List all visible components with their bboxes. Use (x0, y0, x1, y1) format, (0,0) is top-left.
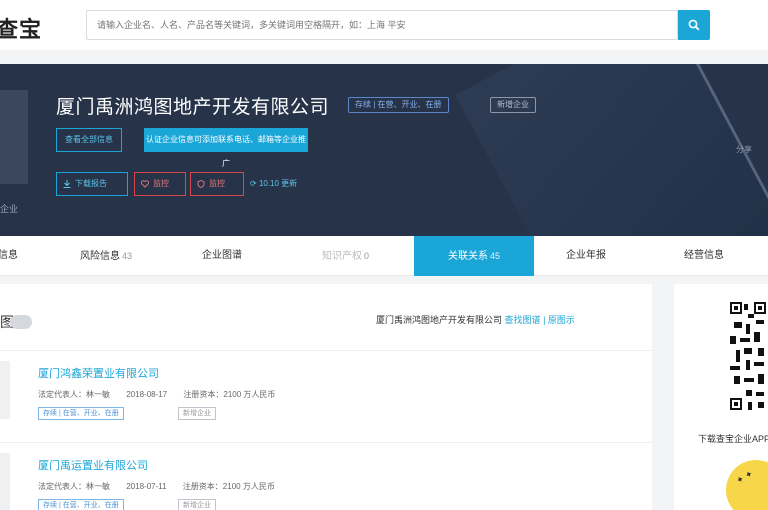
promo-badge[interactable] (726, 460, 768, 510)
search-icon (688, 19, 700, 31)
certify-button[interactable]: 认证企业信息可添加联系电话、邮箱等企业推广 (144, 128, 308, 168)
share-label[interactable]: 分享 (736, 144, 752, 155)
status-tag: 存续 | 在营、开业、在册 (38, 407, 124, 420)
tab-info[interactable]: 信息 (0, 236, 18, 276)
tab-label: 风险信息 (80, 251, 120, 262)
breadcrumb: 厦门禹洲鸿图地产开发有限公司 查找图谱 | 原图示 (376, 313, 575, 326)
tab-count: 45 (489, 251, 500, 261)
list-item[interactable]: 厦门鸿鑫荣置业有限公司 法定代表人：林一敏 2018-08-17 注册资本：21… (0, 350, 652, 432)
tab-relations[interactable]: 关联关系 45 (414, 236, 534, 276)
status-tag: 存续 | 在营、开业、在册 (348, 97, 449, 113)
search-input[interactable] (87, 11, 677, 39)
tab-label: 经营信息 (684, 250, 724, 261)
update-label: 10.10 更新 (258, 179, 298, 188)
capital: 注册资本：2100 万人民币 (183, 390, 276, 399)
download-icon (63, 180, 71, 188)
relations-panel: 图 厦门禹洲鸿图地产开发有限公司 查找图谱 | 原图示 厦门鸿鑫荣置业有限公司 … (0, 284, 652, 510)
tab-graph[interactable]: 企业图谱 (202, 236, 242, 276)
tab-annual-report[interactable]: 企业年报 (566, 236, 606, 276)
search-box[interactable] (86, 10, 678, 40)
count-badge (10, 315, 32, 329)
top-bar: 查宝 (0, 0, 768, 50)
company-link[interactable]: 厦门鸿鑫荣置业有限公司 (38, 365, 159, 381)
heart-icon (141, 180, 149, 188)
legal-rep: 法定代表人：林一敏 (38, 390, 110, 399)
company-thumb (0, 361, 10, 419)
company-meta: 法定代表人：林一敏 2018-08-17 注册资本：2100 万人民币 (38, 389, 289, 400)
legal-rep: 法定代表人：林一敏 (38, 482, 110, 491)
new-tag: 新增企业 (490, 97, 536, 113)
monitor-button[interactable]: 监控 (134, 172, 186, 196)
status-tag: 存续 | 在营、开业、在册 (38, 499, 124, 510)
tab-label: 企业年报 (566, 250, 606, 261)
refresh-icon: ⟳ (250, 179, 257, 188)
tab-label: 关联关系 (447, 251, 488, 262)
tab-operations[interactable]: 经营信息 (684, 236, 724, 276)
search-button[interactable] (678, 10, 710, 40)
company-name: 厦门禹洲鸿图地产开发有限公司 (56, 97, 330, 118)
company-meta: 法定代表人：林一敏 2018-07-11 注册资本：2100 万人民币 (38, 481, 289, 492)
page: 查宝 企业 厦门禹洲鸿图地产开发有限公司 存续 | 在营、开业、在册 新增企业 … (0, 0, 768, 510)
monitor-label: 监控 (153, 179, 169, 188)
capital: 注册资本：2100 万人民币 (182, 482, 275, 491)
tab-ip[interactable]: 知识产权 0 (322, 236, 369, 276)
breadcrumb-company: 厦门禹洲鸿图地产开发有限公司 (376, 315, 503, 325)
watch-button[interactable]: 监控 (190, 172, 244, 196)
found-date: 2018-07-11 (126, 482, 167, 491)
new-tag: 新增企业 (178, 499, 216, 510)
divider: | (543, 315, 546, 325)
graph-link[interactable]: 查找图谱 (505, 315, 541, 325)
tab-count: 43 (122, 251, 133, 261)
company-header: 企业 厦门禹洲鸿图地产开发有限公司 存续 | 在营、开业、在册 新增企业 查看全… (0, 64, 768, 236)
tab-label: 信息 (0, 250, 18, 261)
tab-label: 企业图谱 (202, 250, 242, 261)
tab-count: 0 (364, 251, 370, 261)
decorative-shape (455, 64, 768, 236)
qr-caption: 下载查宝企业APP (698, 434, 768, 444)
download-report-button[interactable]: 下载报告 (56, 172, 128, 196)
new-tag: 新增企业 (178, 407, 216, 420)
app-logo[interactable]: 查宝 (0, 12, 42, 44)
view-all-button[interactable]: 查看全部信息 (56, 128, 122, 152)
qr-code-icon[interactable] (728, 300, 768, 414)
company-link[interactable]: 厦门禹运置业有限公司 (38, 457, 148, 473)
tab-label: 知识产权 (322, 251, 362, 262)
tab-bar: 信息 风险信息 43 企业图谱 知识产权 0 关联关系 45 企业年报 经营信息 (0, 236, 768, 276)
watch-label: 监控 (209, 179, 225, 188)
original-link[interactable]: 原图示 (548, 315, 575, 325)
list-item[interactable]: 厦门禹运置业有限公司 法定代表人：林一敏 2018-07-11 注册资本：210… (0, 442, 652, 510)
update-link[interactable]: ⟳ 10.10 更新 (250, 178, 297, 189)
tab-risk[interactable]: 风险信息 43 (80, 236, 132, 276)
found-date: 2018-08-17 (126, 390, 168, 399)
company-logo (0, 90, 28, 184)
download-label: 下载报告 (75, 179, 107, 188)
side-label: 企业 (0, 204, 19, 214)
shield-icon (197, 180, 205, 188)
company-thumb (0, 453, 10, 510)
app-promo-sidebar: 下载查宝企业APP ✦ ✦ (674, 284, 768, 510)
